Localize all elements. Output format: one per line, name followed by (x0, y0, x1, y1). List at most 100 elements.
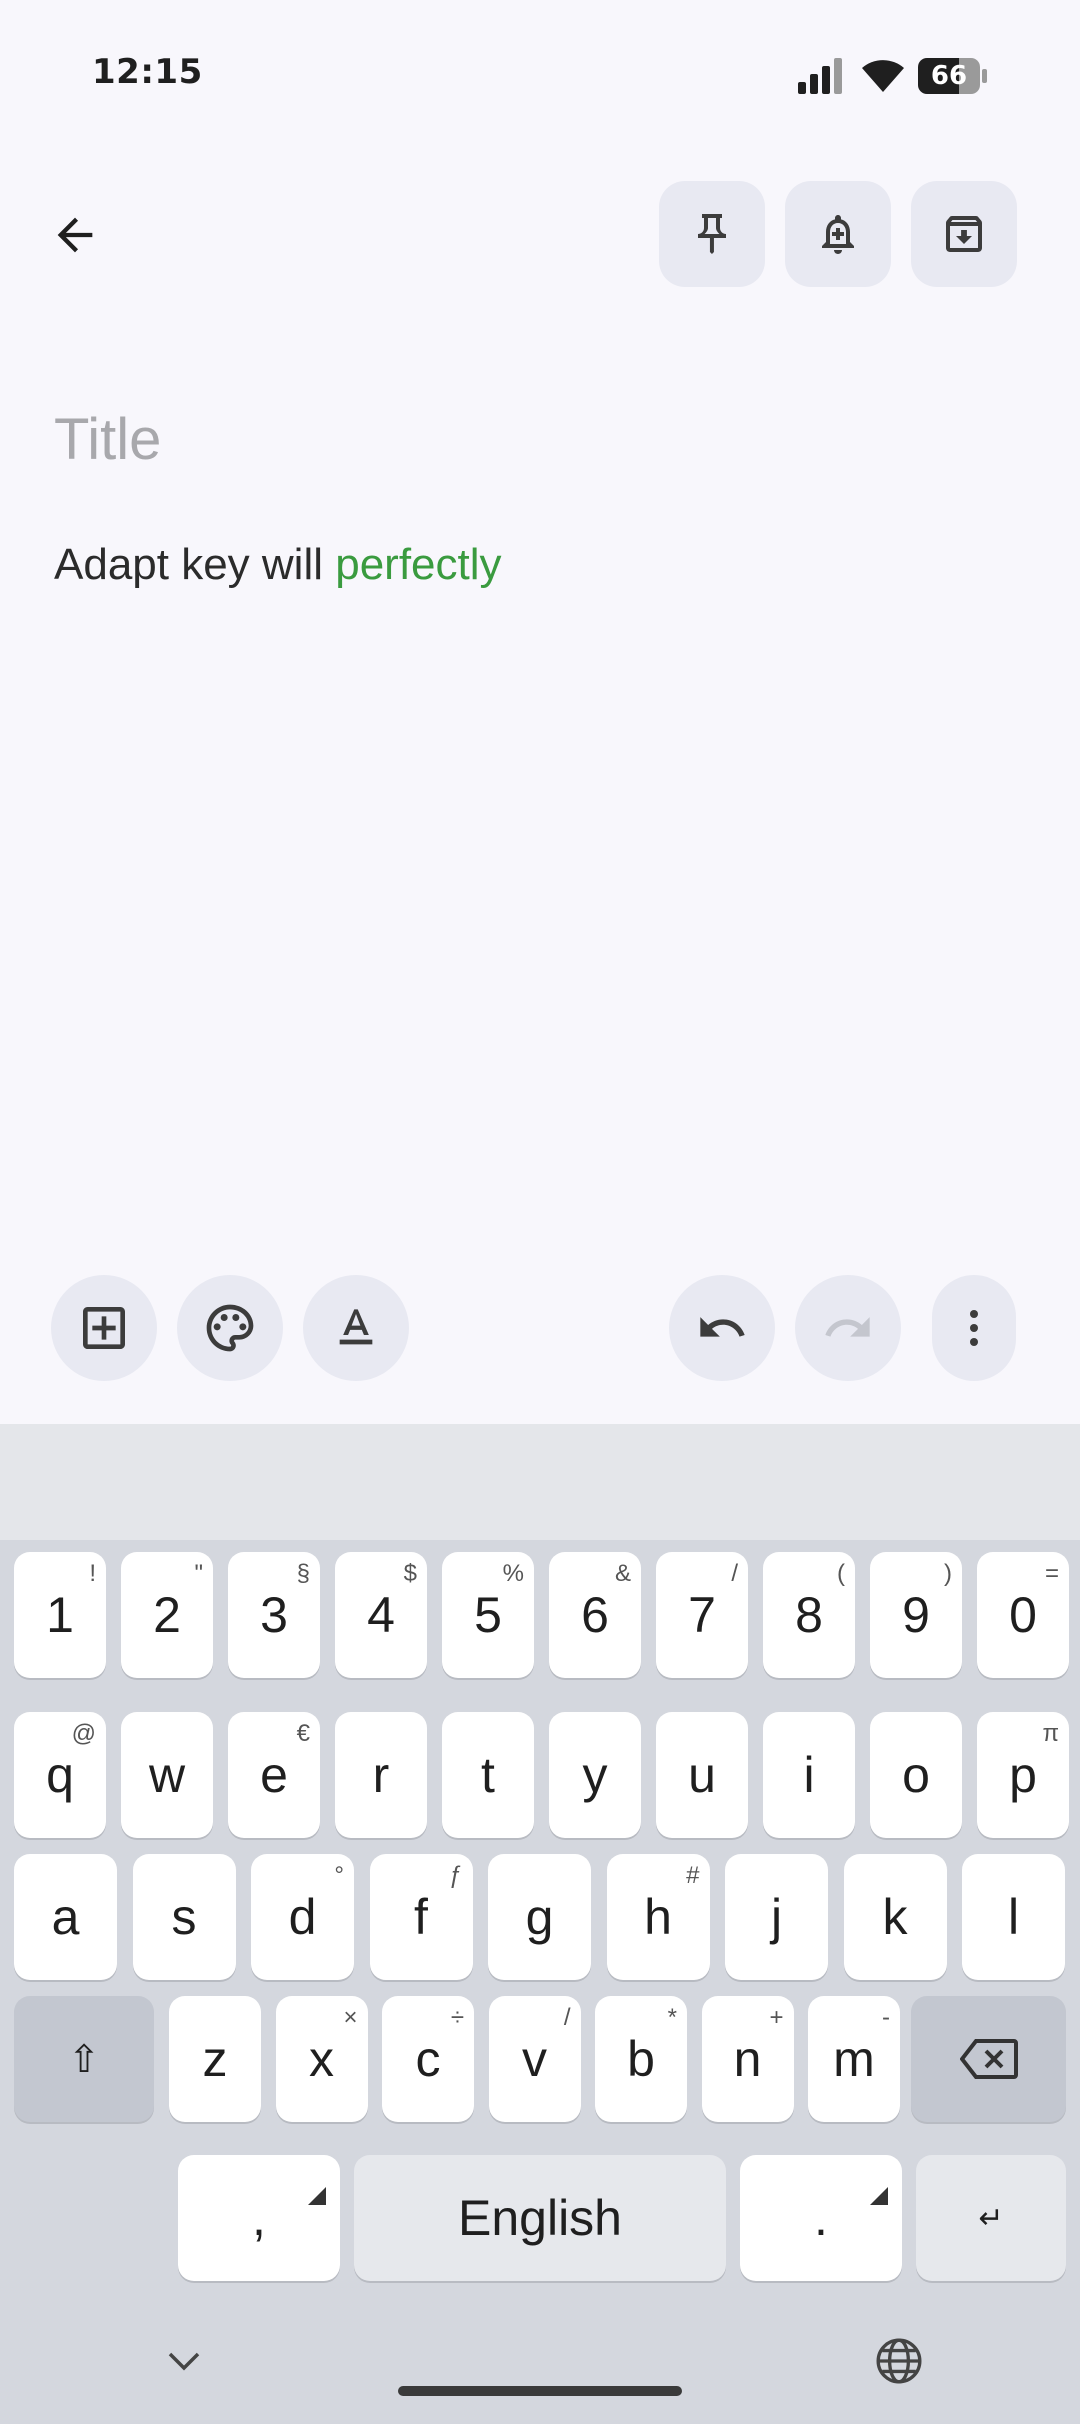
key-4[interactable]: 4 $ (335, 1552, 427, 1678)
key-2[interactable]: 2 " (121, 1552, 213, 1678)
key-l-label: l (1007, 1889, 1020, 1945)
battery-level: 66 (930, 61, 968, 91)
key-9[interactable]: 9) (870, 1552, 962, 1678)
key-q-label: q (46, 1747, 74, 1803)
palette-icon (206, 1304, 254, 1352)
enter-key[interactable]: ↵ (916, 2155, 1066, 2281)
key-o-label: o (902, 1747, 930, 1803)
bell-add-icon (822, 215, 854, 254)
key-m[interactable]: m- (808, 1996, 900, 2122)
space-key[interactable]: English (354, 2155, 726, 2281)
key-s-label: s (171, 1889, 197, 1945)
key-v-alt-char: / (563, 2004, 571, 2031)
key-y[interactable]: y (549, 1712, 641, 1838)
key-v[interactable]: v / (488, 1996, 581, 2122)
key-e-alt-char: € (296, 1720, 310, 1747)
key-b[interactable]: b * (595, 1996, 687, 2122)
key-c[interactable]: c ÷ (382, 1996, 474, 2122)
key-3[interactable]: 3 § (228, 1552, 320, 1678)
key-o[interactable]: o (870, 1712, 962, 1838)
key-d-alt-char: ° (334, 1862, 344, 1889)
key-t-label: t (481, 1747, 495, 1803)
language-switch-button[interactable] (870, 2332, 928, 2390)
key-f[interactable]: fƒ (369, 1854, 473, 1980)
redo-button[interactable] (795, 1275, 901, 1381)
arrow-back-icon (57, 217, 93, 253)
key-1-label: 1 (46, 1587, 74, 1643)
key-1[interactable]: 1! (14, 1552, 106, 1678)
key-1-alt-char: ! (89, 1560, 96, 1587)
note-body-input[interactable]: Adapt key will perfectly (54, 540, 502, 590)
space-key-label: English (458, 2190, 622, 2246)
comma-key-corner-mark (308, 2169, 326, 2205)
key-h[interactable]: h # (606, 1854, 710, 1980)
key-3-alt-char: § (296, 1560, 310, 1587)
key-5-alt-char: % (502, 1560, 524, 1587)
key-c-alt-char: ÷ (450, 2004, 464, 2031)
period-key[interactable]: . (740, 2155, 902, 2281)
more-vert-icon (970, 1310, 978, 1346)
key-0-label: 0 (1009, 1587, 1037, 1643)
home-indicator[interactable] (398, 2386, 682, 2396)
key-i[interactable]: i (763, 1712, 855, 1838)
note-text: Adapt key will (54, 540, 336, 589)
key-0-alt-char: = (1044, 1560, 1059, 1587)
key-t[interactable]: t (442, 1712, 534, 1838)
status-time: 12:15 (92, 52, 203, 92)
wifi-icon (862, 60, 904, 92)
key-r[interactable]: r (335, 1712, 427, 1838)
key-j[interactable]: j (725, 1854, 828, 1980)
key-6[interactable]: 6 & (549, 1552, 641, 1678)
backspace-key[interactable] (911, 1996, 1066, 2122)
background-options-button[interactable] (177, 1275, 283, 1381)
key-4-label: 4 (367, 1587, 395, 1643)
key-s[interactable]: s (132, 1854, 236, 1980)
key-a[interactable]: a (14, 1854, 117, 1980)
key-n[interactable]: n + (701, 1996, 794, 2122)
key-q[interactable]: q @ (14, 1712, 106, 1838)
more-options-button[interactable] (932, 1275, 1016, 1381)
key-i-label: i (803, 1747, 815, 1803)
key-7-alt-char: / (731, 1560, 738, 1587)
key-b-alt-char: * (667, 2004, 677, 2031)
hide-keyboard-button[interactable] (154, 2336, 214, 2386)
text-format-button[interactable] (303, 1275, 409, 1381)
key-7[interactable]: 7/ (656, 1552, 748, 1678)
comma-key[interactable]: , (178, 2155, 340, 2281)
key-z[interactable]: z (169, 1996, 261, 2122)
key-l[interactable]: l (962, 1854, 1065, 1980)
key-v-label: v (522, 2031, 547, 2087)
period-key-label: . (814, 2190, 828, 2246)
key-w-label: w (148, 1747, 186, 1803)
key-z-label: z (202, 2031, 228, 2087)
key-x[interactable]: x × (275, 1996, 368, 2122)
key-9-alt-char: ) (944, 1560, 952, 1587)
back-button[interactable] (40, 200, 110, 270)
shift-key[interactable]: ⇧ (14, 1996, 154, 2122)
key-p[interactable]: pπ (977, 1712, 1069, 1838)
title-input[interactable]: Title (54, 406, 161, 473)
add-box-icon (83, 1307, 125, 1349)
key-e-label: e (260, 1747, 288, 1803)
pin-button[interactable] (659, 181, 765, 287)
key-g[interactable]: g (488, 1854, 591, 1980)
key-e[interactable]: e € (228, 1712, 320, 1838)
reminder-button[interactable] (785, 181, 891, 287)
key-k[interactable]: k (843, 1854, 947, 1980)
key-b-label: b (627, 2031, 655, 2087)
undo-icon (700, 1317, 745, 1337)
undo-button[interactable] (669, 1275, 775, 1381)
key-p-alt-char: π (1042, 1720, 1059, 1747)
key-d[interactable]: d ° (251, 1854, 354, 1980)
globe-icon (876, 2338, 922, 2384)
key-6-alt-char: & (614, 1560, 631, 1587)
key-u[interactable]: u (656, 1712, 748, 1838)
archive-icon (946, 216, 982, 252)
archive-button[interactable] (911, 181, 1017, 287)
key-5[interactable]: 5% (442, 1552, 534, 1678)
key-m-alt-char: - (882, 2004, 890, 2031)
key-w[interactable]: w (121, 1712, 213, 1838)
key-0[interactable]: 0 = (977, 1552, 1069, 1678)
key-8[interactable]: 8( (763, 1552, 855, 1678)
add-content-button[interactable] (51, 1275, 157, 1381)
